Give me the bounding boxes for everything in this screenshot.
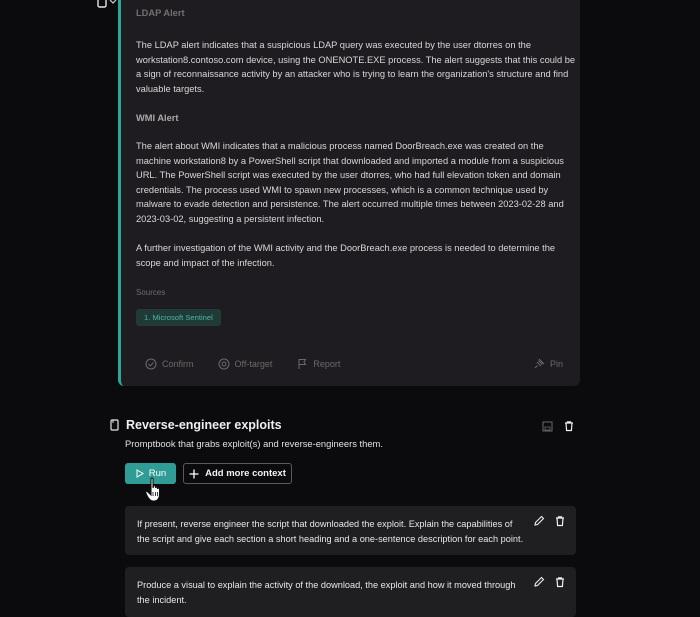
source-chip[interactable]: 1. Microsoft Sentinel xyxy=(136,309,221,326)
paragraph-line: malware to evade detection and persisten… xyxy=(136,199,564,210)
prompt-actions xyxy=(533,515,566,527)
ldap-paragraph: The LDAP alert indicates that a suspicio… xyxy=(136,38,576,96)
promptbook-icon xyxy=(110,418,119,431)
prompt-line: Produce a visual to explain the activity… xyxy=(137,580,516,590)
prompt-text: If present, reverse engineer the script … xyxy=(137,517,526,547)
promptbook-title: Reverse-engineer exploits xyxy=(126,418,282,432)
wmi-heading: WMI Alert xyxy=(136,113,179,123)
paragraph-line: The alert about WMI indicates that a mal… xyxy=(136,141,544,151)
add-context-button[interactable]: Add more context xyxy=(183,463,292,484)
paragraph-line: machine workstation8 by a PowerShell scr… xyxy=(136,155,564,166)
further-paragraph: A further investigation of the WMI activ… xyxy=(136,241,576,270)
wmi-paragraph: The alert about WMI indicates that a mal… xyxy=(136,139,576,227)
promptbook-actions xyxy=(542,420,575,432)
prompt-card: If present, reverse engineer the script … xyxy=(125,506,576,555)
paragraph-line: workstation8.contoso.com device, using t… xyxy=(136,54,576,65)
prompt-card: Produce a visual to explain the activity… xyxy=(125,567,576,617)
clipboard-icon[interactable] xyxy=(96,0,118,9)
add-context-label: Add more context xyxy=(205,468,286,479)
prompt-line: the script and give each section a short… xyxy=(137,534,524,544)
confirm-label: Confirm xyxy=(162,359,194,369)
paragraph-line: scope and impact of the infection. xyxy=(136,257,275,268)
paragraph-line: credentials. The process used WMI to spa… xyxy=(136,184,549,195)
prompt-actions xyxy=(533,576,566,588)
play-icon xyxy=(136,469,144,478)
hand-cursor-icon xyxy=(145,477,161,502)
checkmark-circle-icon xyxy=(145,358,157,370)
promptbook-header: Reverse-engineer exploits Promptbook tha… xyxy=(110,418,575,449)
delete-icon[interactable] xyxy=(554,515,566,527)
off-target-label: Off-target xyxy=(234,359,273,369)
paragraph-line: valuable targets. xyxy=(136,83,205,94)
feedback-actions: Confirm Off-target Report Pin xyxy=(145,358,563,370)
ldap-heading: LDAP Alert xyxy=(136,8,185,18)
pin-button[interactable]: Pin xyxy=(533,358,563,370)
prompt-line: If present, reverse engineer the script … xyxy=(137,519,513,529)
target-icon xyxy=(218,358,230,370)
prompt-text: Produce a visual to explain the activity… xyxy=(137,578,526,608)
sources-label: Sources xyxy=(136,288,166,297)
paragraph-line: a sign of reconnaissance activity by an … xyxy=(136,69,569,80)
save-icon[interactable] xyxy=(542,421,553,432)
pin-icon xyxy=(534,358,545,369)
report-button[interactable]: Report xyxy=(296,358,340,370)
edit-icon[interactable] xyxy=(533,576,545,588)
paragraph-line: The LDAP alert indicates that a suspicio… xyxy=(136,40,531,50)
flag-icon xyxy=(298,359,307,369)
plus-icon xyxy=(189,469,199,478)
response-card: LDAP Alert The LDAP alert indicates that… xyxy=(118,0,580,386)
edit-icon[interactable] xyxy=(533,515,545,527)
paragraph-line: 2023-03-02, suggesting a persistent infe… xyxy=(136,213,325,224)
prompt-line: the incident. xyxy=(137,595,187,605)
paragraph-line: A further investigation of the WMI activ… xyxy=(136,243,556,253)
promptbook-description: Promptbook that grabs exploit(s) and rev… xyxy=(125,438,383,449)
pin-label: Pin xyxy=(549,359,563,369)
delete-icon[interactable] xyxy=(554,576,566,588)
off-target-button[interactable]: Off-target xyxy=(218,358,273,370)
confirm-button[interactable]: Confirm xyxy=(145,358,194,370)
paragraph-line: URL. The PowerShell script was executed … xyxy=(136,170,561,181)
delete-icon[interactable] xyxy=(563,420,575,432)
report-label: Report xyxy=(313,359,341,369)
